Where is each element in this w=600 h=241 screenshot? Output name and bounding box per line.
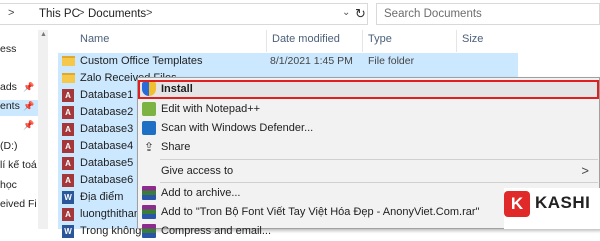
winrar-icon (142, 205, 156, 219)
menu-item-scan-defender[interactable]: Scan with Windows Defender... (138, 119, 599, 138)
column-header-name[interactable]: Name (80, 33, 109, 55)
menu-item-label: Add to archive... (161, 187, 241, 199)
winrar-icon (142, 186, 156, 200)
menu-separator (160, 159, 598, 160)
pin-icon: 📌 (23, 82, 35, 92)
breadcrumb-documents[interactable]: Documents (88, 8, 146, 20)
column-header-size[interactable]: Size (462, 33, 483, 55)
menu-item-label: Give access to (161, 165, 234, 177)
scroll-up-icon[interactable]: ▲ (40, 31, 47, 38)
access-icon: A (62, 174, 74, 187)
nav-item-downloads[interactable]: ads (0, 81, 17, 93)
nav-item-folder[interactable]: lí kế toá (0, 159, 37, 171)
nav-item-zalo-received[interactable]: eived Fi (0, 198, 37, 210)
watermark-logo: K KASHI (504, 188, 600, 229)
column-divider[interactable] (362, 30, 363, 52)
uac-shield-icon (142, 82, 156, 96)
pin-icon: 📌 (23, 101, 35, 111)
file-name: Database1 (80, 89, 134, 101)
chevron-right-icon: > (8, 7, 15, 19)
document-icon: W (62, 191, 74, 204)
menu-item-give-access[interactable]: Give access to > (138, 162, 599, 181)
menu-item-edit-notepad[interactable]: Edit with Notepad++ (138, 100, 599, 119)
nav-item-quick-access[interactable]: ess (0, 43, 16, 55)
access-icon: A (62, 106, 74, 119)
refresh-icon[interactable]: ↻ (355, 6, 366, 22)
file-type: File folder (368, 55, 415, 67)
menu-item-install[interactable]: Install (138, 80, 599, 99)
menu-item-label: Compress and email... (161, 225, 272, 237)
chevron-right-icon[interactable]: > (78, 7, 84, 19)
nav-scrollbar[interactable]: ▲ (38, 30, 48, 229)
watermark-badge: K (504, 191, 530, 217)
notepad-plus-plus-icon (142, 102, 156, 116)
folder-icon (62, 73, 75, 83)
access-icon: A (62, 157, 74, 170)
search-input[interactable]: Search Documents (384, 8, 482, 20)
menu-item-label: Scan with Windows Defender... (161, 122, 314, 134)
address-history-dropdown-icon[interactable]: ⌄ (342, 7, 350, 18)
file-name: Địa điểm (80, 191, 124, 203)
document-icon: W (62, 225, 74, 238)
access-icon: A (62, 208, 74, 221)
menu-item-label: Install (161, 83, 193, 95)
file-name: Database2 (80, 106, 134, 118)
share-icon: ⇪ (143, 140, 155, 154)
winrar-icon (142, 224, 156, 238)
file-row[interactable]: Custom Office Templates 8/1/2021 1:45 PM… (58, 53, 518, 70)
column-header-type[interactable]: Type (368, 33, 392, 55)
column-header-date-modified[interactable]: Date modified (272, 33, 340, 55)
search-box[interactable]: Search Documents (376, 3, 600, 25)
column-divider[interactable] (266, 30, 267, 52)
breadcrumb-this-pc[interactable]: This PC (39, 8, 80, 20)
access-icon: A (62, 140, 74, 153)
access-icon: A (62, 123, 74, 136)
nav-item-folder[interactable]: học (0, 179, 17, 191)
address-bar-row: > This PC > Documents > ⌄ ↻ Search Docum… (0, 0, 600, 30)
column-divider[interactable] (456, 30, 457, 52)
file-name: Database5 (80, 157, 134, 169)
folder-icon (62, 56, 75, 66)
file-name: Custom Office Templates (80, 55, 203, 67)
access-icon: A (62, 89, 74, 102)
menu-item-label: Add to "Tron Bộ Font Viết Tay Việt Hóa Đ… (161, 206, 480, 218)
chevron-right-icon[interactable]: > (146, 7, 152, 19)
file-name: Database4 (80, 140, 134, 152)
file-name: luongthithan (80, 208, 140, 220)
menu-item-share[interactable]: ⇪ Share (138, 138, 599, 157)
file-date: 8/1/2021 1:45 PM (270, 55, 353, 67)
watermark-text: KASHI (535, 193, 591, 212)
menu-item-label: Edit with Notepad++ (161, 103, 261, 115)
file-name: Trong không (80, 225, 142, 237)
pin-icon: 📌 (23, 120, 35, 130)
menu-separator (160, 182, 598, 183)
address-bar[interactable]: > This PC > Documents > ⌄ ↻ (0, 3, 368, 25)
file-name: Database6 (80, 174, 134, 186)
file-name: Database3 (80, 123, 134, 135)
menu-item-label: Share (161, 141, 191, 153)
submenu-arrow-icon: > (581, 163, 589, 178)
nav-item-drive-d[interactable]: (D:) (0, 140, 18, 152)
windows-defender-icon (142, 121, 156, 135)
